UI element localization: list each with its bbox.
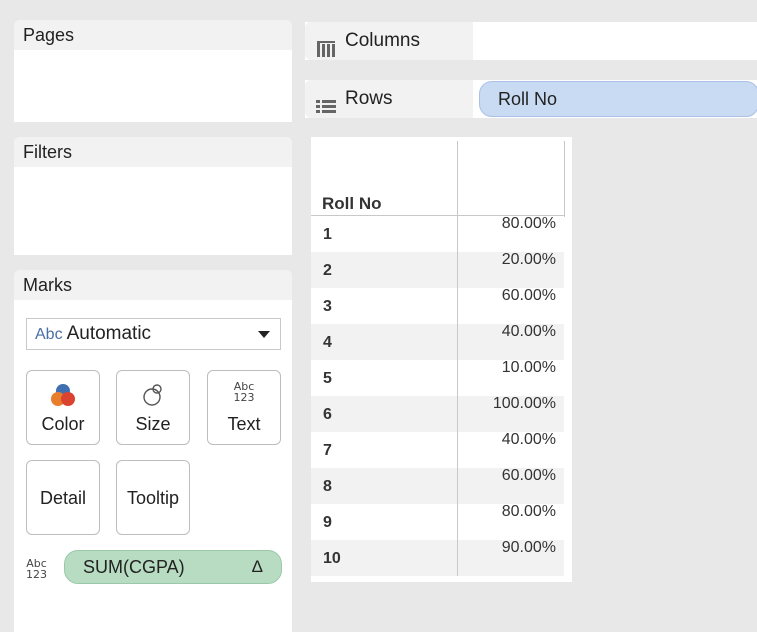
abc-icon: Abc — [35, 326, 63, 343]
size-button[interactable]: Size — [116, 370, 190, 445]
table-row[interactable]: 2 20.00% — [311, 251, 564, 288]
columns-shelf-label: Columns — [305, 22, 473, 60]
value-cell: 80.00% — [501, 503, 556, 520]
roll-no-cell: 3 — [323, 298, 332, 315]
header-right-divider — [564, 141, 565, 217]
color-button[interactable]: Color — [26, 370, 100, 445]
value-cell: 40.00% — [501, 431, 556, 448]
value-cell: 60.00% — [501, 287, 556, 304]
mark-type-value: Automatic — [66, 323, 152, 344]
rows-label: Rows — [345, 88, 393, 109]
rows-icon — [316, 91, 336, 129]
value-cell: 10.00% — [501, 359, 556, 376]
text-label: Text — [227, 414, 261, 434]
columns-shelf[interactable]: Columns — [305, 22, 757, 60]
viz-table: Roll No 1 80.00% 2 20.00% 3 60.00% 4 40.00% 5 10.… — [311, 137, 572, 582]
columns-icon — [316, 33, 336, 71]
table-row[interactable]: 5 10.00% — [311, 359, 564, 396]
column-divider — [457, 141, 458, 576]
abc-123-icon: Abc 123 — [26, 558, 47, 580]
table-row[interactable]: 6 100.00% — [311, 395, 564, 432]
mark-type-dropdown[interactable]: Abc Automatic — [26, 318, 281, 350]
columns-label: Columns — [345, 30, 420, 51]
marks-title: Marks — [14, 270, 292, 300]
size-label: Size — [135, 414, 171, 434]
tooltip-label: Tooltip — [126, 488, 180, 508]
detail-label: Detail — [39, 488, 87, 508]
rows-shelf-label: Rows — [305, 80, 473, 118]
value-cell: 80.00% — [501, 215, 556, 232]
text-encoding-row: Abc 123 SUM(CGPA) Δ — [24, 548, 284, 588]
value-cell: 60.00% — [501, 467, 556, 484]
roll-no-pill[interactable]: Roll No — [479, 81, 757, 117]
table-row[interactable]: 10 90.00% — [311, 539, 564, 576]
table-row[interactable]: 3 60.00% — [311, 287, 564, 324]
delta-icon: Δ — [251, 557, 263, 576]
text-icon: Abc 123 — [208, 381, 280, 409]
roll-no-cell: 5 — [323, 370, 332, 387]
roll-no-cell: 7 — [323, 442, 332, 459]
value-cell: 40.00% — [501, 323, 556, 340]
marks-card: Marks Abc Automatic Color Size Abc 123 Tex… — [14, 270, 292, 632]
text-icon-line2: 123 — [233, 391, 255, 404]
chevron-down-icon — [258, 331, 270, 338]
filters-title: Filters — [14, 137, 292, 167]
table-row[interactable]: 8 60.00% — [311, 467, 564, 504]
roll-no-header[interactable]: Roll No — [322, 194, 382, 214]
pages-card[interactable]: Pages — [14, 20, 292, 122]
tooltip-button[interactable]: Tooltip — [116, 460, 190, 535]
roll-no-cell: 2 — [323, 262, 332, 279]
sum-cgpa-label: SUM(CGPA) — [83, 557, 185, 577]
value-cell: 100.00% — [492, 395, 556, 412]
filters-card[interactable]: Filters — [14, 137, 292, 255]
roll-no-cell: 8 — [323, 478, 332, 495]
table-row[interactable]: 9 80.00% — [311, 503, 564, 540]
roll-no-cell: 4 — [323, 334, 332, 351]
pages-title: Pages — [14, 20, 292, 50]
encoding-icon-line2: 123 — [26, 568, 47, 581]
roll-no-cell: 10 — [323, 550, 341, 567]
text-button[interactable]: Abc 123 Text — [207, 370, 281, 445]
sum-cgpa-pill[interactable]: SUM(CGPA) Δ — [64, 550, 282, 584]
rows-shelf[interactable]: Rows Roll No — [305, 80, 757, 118]
roll-no-cell: 6 — [323, 406, 332, 423]
table-row[interactable]: 7 40.00% — [311, 431, 564, 468]
table-row[interactable]: 1 80.00% — [311, 215, 564, 252]
detail-button[interactable]: Detail — [26, 460, 100, 535]
value-cell: 20.00% — [501, 251, 556, 268]
value-cell: 90.00% — [501, 539, 556, 556]
size-icon — [117, 381, 189, 409]
table-row[interactable]: 4 40.00% — [311, 323, 564, 360]
color-label: Color — [41, 414, 85, 434]
roll-no-cell: 1 — [323, 226, 332, 243]
roll-no-cell: 9 — [323, 514, 332, 531]
color-icon — [27, 381, 99, 409]
